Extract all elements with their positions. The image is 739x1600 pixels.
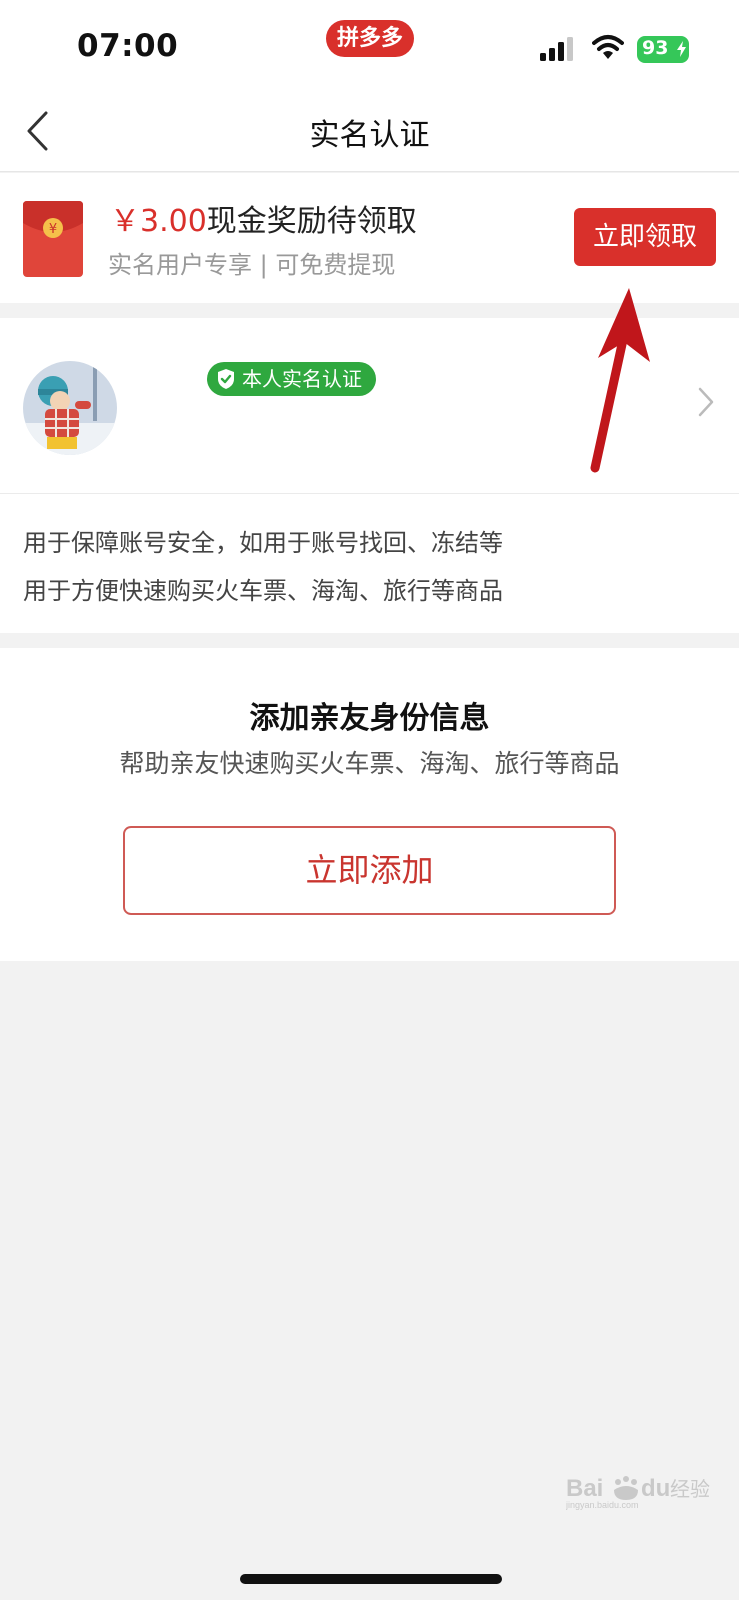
svg-text:经验: 经验 [670, 1477, 710, 1501]
chevron-right-icon[interactable] [697, 386, 715, 418]
usage-description-line: 用于方便快速购买火车票、海淘、旅行等商品 [23, 577, 503, 605]
annotation-arrow [590, 288, 650, 473]
svg-text:jingyan.baidu.com: jingyan.baidu.com [566, 1500, 639, 1510]
app-indicator-pill[interactable]: 拼多多 [326, 20, 414, 57]
status-bar: 07:00 拼多多 93 [0, 0, 739, 90]
baidu-jingyan-watermark: Bai du 经验 jingyan.baidu.com [566, 1475, 710, 1510]
wifi-icon [592, 35, 624, 59]
home-indicator[interactable] [240, 1574, 502, 1584]
claim-reward-button[interactable]: 立即领取 [574, 208, 716, 266]
cellular-signal-icon [540, 37, 573, 61]
reward-amount: ￥3.00 [110, 204, 207, 239]
usage-description-line: 用于保障账号安全，如用于账号找回、冻结等 [23, 529, 503, 557]
family-section-subtitle: 帮助亲友快速购买火车票、海淘、旅行等商品 [119, 749, 620, 778]
reward-title: ￥3.00现金奖励待领取 [110, 196, 417, 240]
verified-badge: 本人实名认证 [207, 362, 376, 396]
add-family-section: 添加亲友身份信息 帮助亲友快速购买火车票、海淘、旅行等商品 立即添加 [0, 648, 739, 961]
family-section-title: 添加亲友身份信息 [249, 701, 490, 736]
charging-bolt-icon [677, 41, 686, 57]
shield-check-icon [218, 369, 234, 389]
verified-badge-label: 本人实名认证 [242, 367, 362, 391]
page-title: 实名认证 [309, 118, 430, 153]
battery-indicator: 93 [637, 36, 689, 63]
red-envelope-icon: ¥ [23, 201, 83, 277]
status-time: 07:00 [77, 28, 179, 64]
avatar[interactable] [23, 361, 117, 455]
svg-text:du: du [641, 1475, 670, 1502]
svg-text:¥: ¥ [49, 222, 57, 237]
battery-level: 93 [642, 37, 669, 59]
reward-title-text: 现金奖励待领取 [206, 204, 417, 239]
add-family-button[interactable]: 立即添加 [123, 826, 616, 915]
divider [0, 493, 739, 494]
svg-text:Bai: Bai [566, 1475, 603, 1502]
reward-subtitle: 实名用户专享 | 可免费提现 [108, 251, 396, 279]
nav-header: 实名认证 [0, 90, 739, 172]
